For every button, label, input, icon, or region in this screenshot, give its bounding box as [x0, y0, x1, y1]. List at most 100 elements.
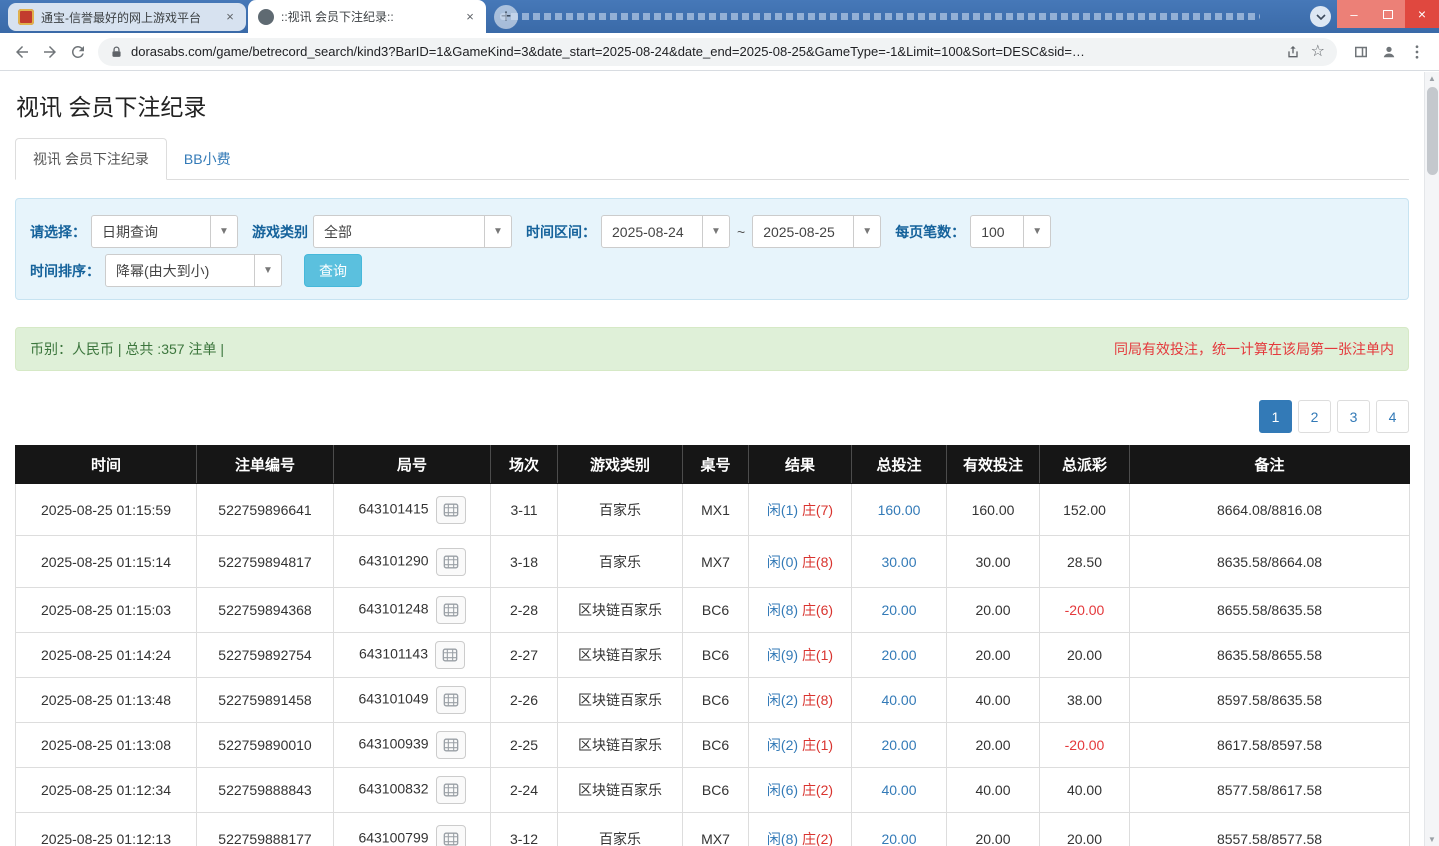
- scroll-up-arrow-icon[interactable]: ▲: [1425, 74, 1439, 83]
- cell-bet-id: 522759896641: [197, 484, 334, 536]
- chevron-down-icon[interactable]: ▼: [702, 216, 729, 247]
- cell-table-no: MX7: [683, 536, 749, 588]
- result-player: 闲(6): [767, 782, 798, 798]
- cell-session: 2-26: [491, 678, 558, 723]
- header-game-type: 游戏类别: [558, 446, 683, 484]
- result-player: 闲(9): [767, 647, 798, 663]
- bet-records-table: 时间 注单编号 局号 场次 游戏类别 桌号 结果 总投注 有效投注 总派彩 备注…: [15, 445, 1410, 846]
- header-session: 场次: [491, 446, 558, 484]
- table-row: 2025-08-25 01:13:48 522759891458 6431010…: [16, 678, 1410, 723]
- video-replay-icon[interactable]: [436, 731, 466, 759]
- address-bar[interactable]: dorasabs.com/game/betrecord_search/kind3…: [98, 38, 1337, 66]
- video-replay-icon[interactable]: [436, 776, 466, 804]
- page-button-3[interactable]: 3: [1337, 400, 1370, 433]
- chevron-down-icon[interactable]: ▼: [254, 255, 281, 286]
- cell-payout: -20.00: [1040, 588, 1130, 633]
- cell-time: 2025-08-25 01:12:34: [16, 768, 197, 813]
- video-replay-icon[interactable]: [435, 641, 465, 669]
- header-total-bet: 总投注: [852, 446, 947, 484]
- reload-icon[interactable]: [64, 38, 92, 66]
- cell-time: 2025-08-25 01:13:48: [16, 678, 197, 723]
- cell-table-no: MX1: [683, 484, 749, 536]
- video-replay-icon[interactable]: [436, 548, 466, 576]
- back-icon[interactable]: [8, 38, 36, 66]
- table-header-row: 时间 注单编号 局号 场次 游戏类别 桌号 结果 总投注 有效投注 总派彩 备注: [16, 446, 1410, 484]
- total-bet-link[interactable]: 160.00: [878, 502, 921, 518]
- result-player: 闲(8): [767, 831, 798, 846]
- chevron-down-icon[interactable]: ▼: [210, 216, 237, 247]
- side-panel-icon[interactable]: [1347, 38, 1375, 66]
- total-bet-link[interactable]: 20.00: [881, 831, 916, 846]
- table-row: 2025-08-25 01:15:03 522759894368 6431012…: [16, 588, 1410, 633]
- cell-time: 2025-08-25 01:14:24: [16, 633, 197, 678]
- query-type-dropdown[interactable]: 日期查询 ▼: [91, 215, 238, 248]
- scroll-down-arrow-icon[interactable]: ▼: [1425, 835, 1439, 844]
- menu-kebab-icon[interactable]: [1403, 38, 1431, 66]
- cell-session: 2-25: [491, 723, 558, 768]
- date-end-dropdown[interactable]: 2025-08-25 ▼: [752, 215, 881, 248]
- cell-valid-bet: 20.00: [947, 723, 1040, 768]
- cell-payout: 152.00: [1040, 484, 1130, 536]
- game-type-dropdown[interactable]: 全部 ▼: [313, 215, 512, 248]
- table-row: 2025-08-25 01:15:14 522759894817 6431012…: [16, 536, 1410, 588]
- browser-tab-1[interactable]: 通宝-信誉最好的网上游戏平台 ×: [8, 3, 246, 31]
- profile-avatar-icon[interactable]: [1375, 38, 1403, 66]
- game-type-label: 游戏类别: [252, 222, 308, 242]
- total-bet-link[interactable]: 40.00: [881, 692, 916, 708]
- total-bet-link[interactable]: 40.00: [881, 782, 916, 798]
- browser-tab-2[interactable]: ::视讯 会员下注纪录:: ×: [248, 0, 486, 33]
- total-bet-link[interactable]: 20.00: [881, 647, 916, 663]
- video-replay-icon[interactable]: [436, 686, 466, 714]
- cell-game-type: 区块链百家乐: [558, 588, 683, 633]
- video-replay-icon[interactable]: [436, 496, 466, 524]
- header-note: 备注: [1130, 446, 1410, 484]
- cell-result: 闲(2) 庄(8): [749, 678, 852, 723]
- tab-bb-tip[interactable]: BB小费: [167, 139, 248, 179]
- header-valid-bet: 有效投注: [947, 446, 1040, 484]
- cell-bet-id: 522759890010: [197, 723, 334, 768]
- close-button[interactable]: ×: [1405, 0, 1439, 28]
- result-banker: 庄(2): [802, 782, 833, 798]
- forward-icon[interactable]: [36, 38, 64, 66]
- share-icon[interactable]: [1285, 44, 1301, 60]
- page-button-2[interactable]: 2: [1298, 400, 1331, 433]
- page-button-1[interactable]: 1: [1259, 400, 1292, 433]
- cell-game-type: 区块链百家乐: [558, 633, 683, 678]
- tab-close-icon[interactable]: ×: [462, 9, 478, 25]
- total-bet-link[interactable]: 20.00: [881, 602, 916, 618]
- video-replay-icon[interactable]: [436, 596, 466, 624]
- video-replay-icon[interactable]: [436, 825, 466, 846]
- chevron-down-icon[interactable]: ▼: [1023, 216, 1050, 247]
- scrollbar-thumb[interactable]: [1427, 87, 1438, 175]
- result-banker: 庄(2): [802, 831, 833, 846]
- date-start-dropdown[interactable]: 2025-08-24 ▼: [601, 215, 730, 248]
- cell-round-id: 643101049: [334, 678, 491, 723]
- summary-notice-text: 同局有效投注，统一计算在该局第一张注单内: [1114, 339, 1394, 359]
- vertical-scrollbar[interactable]: ▲ ▼: [1424, 72, 1439, 846]
- page-button-4[interactable]: 4: [1376, 400, 1409, 433]
- minimize-button[interactable]: –: [1337, 0, 1371, 28]
- cell-valid-bet: 40.00: [947, 768, 1040, 813]
- maximize-button[interactable]: [1371, 0, 1405, 28]
- chevron-down-icon[interactable]: ▼: [853, 216, 880, 247]
- cell-bet-id: 522759894817: [197, 536, 334, 588]
- total-bet-link[interactable]: 20.00: [881, 737, 916, 753]
- tab-bet-records[interactable]: 视讯 会员下注纪录: [15, 138, 167, 180]
- search-button[interactable]: 查询: [304, 254, 362, 287]
- cell-game-type: 区块链百家乐: [558, 678, 683, 723]
- cell-note: 8664.08/8816.08: [1130, 484, 1410, 536]
- header-table-no: 桌号: [683, 446, 749, 484]
- cell-payout: -20.00: [1040, 723, 1130, 768]
- tab-close-icon[interactable]: ×: [222, 9, 238, 25]
- cell-time: 2025-08-25 01:15:14: [16, 536, 197, 588]
- total-bet-link[interactable]: 30.00: [881, 554, 916, 570]
- page-size-dropdown[interactable]: 100 ▼: [970, 215, 1051, 248]
- chevron-down-icon[interactable]: ▼: [484, 216, 511, 247]
- sort-dropdown[interactable]: 降幂(由大到小) ▼: [105, 254, 282, 287]
- cell-total-bet: 30.00: [852, 536, 947, 588]
- cell-session: 2-24: [491, 768, 558, 813]
- tab-search-chevron-icon[interactable]: [1310, 6, 1331, 27]
- browser-titlebar: 通宝-信誉最好的网上游戏平台 × ::视讯 会员下注纪录:: × + – ×: [0, 0, 1439, 33]
- browser-toolbar: dorasabs.com/game/betrecord_search/kind3…: [0, 33, 1439, 71]
- bookmark-star-icon[interactable]: ☆: [1311, 44, 1325, 60]
